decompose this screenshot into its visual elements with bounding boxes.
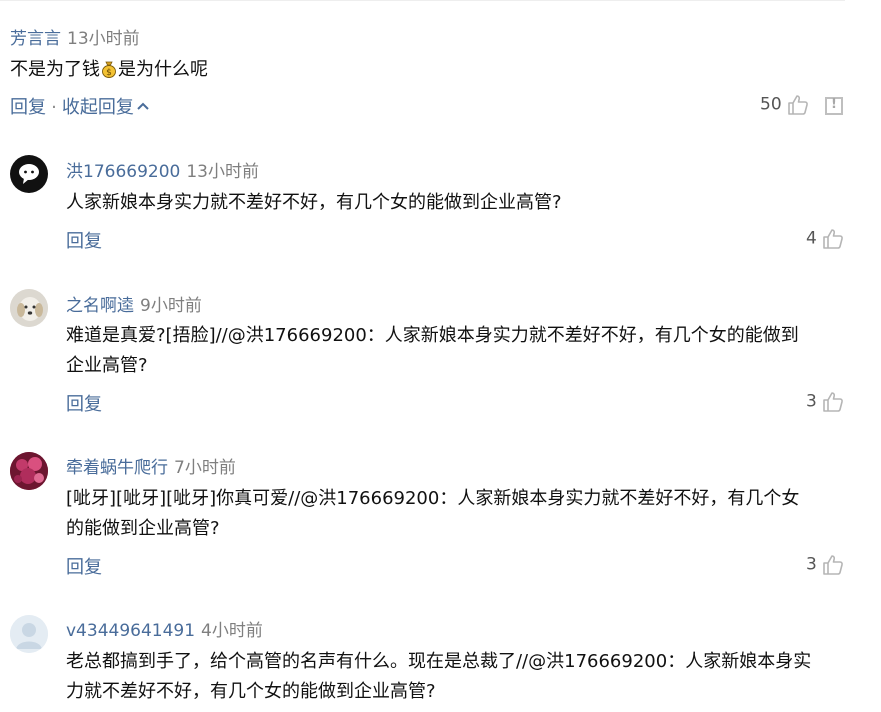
- reply-button[interactable]: 回复: [66, 557, 102, 578]
- comment-text-part: 是为什么呢: [118, 59, 208, 80]
- timestamp: 13小时前: [67, 29, 140, 49]
- comment-text: 人家新娘本身实力就不差好不好，有几个女的能做到企业高管?: [66, 192, 562, 213]
- avatar[interactable]: [10, 155, 48, 193]
- username[interactable]: v43449641491: [66, 621, 195, 641]
- like-area: 4: [806, 228, 844, 250]
- thumbs-up-icon[interactable]: [822, 391, 844, 413]
- reply-button[interactable]: 回复: [66, 231, 102, 252]
- username[interactable]: 芳言言: [10, 29, 61, 49]
- timestamp: 9小时前: [140, 296, 202, 316]
- svg-text:$: $: [106, 68, 112, 78]
- comment-text-line: [呲牙][呲牙][呲牙]你真可爱//@洪176669200：人家新娘本身实力就不…: [66, 488, 800, 509]
- avatar[interactable]: [10, 289, 48, 327]
- thumbs-up-icon[interactable]: [822, 228, 844, 250]
- avatar-image: [19, 164, 39, 184]
- comment-actions: 回复 · 收起回复: [10, 93, 150, 119]
- reply-button-wrap: 回复: [66, 553, 102, 579]
- like-area: 3: [806, 391, 844, 413]
- comment-header: 之名啊逵 9小时前: [66, 291, 202, 316]
- report-icon[interactable]: [825, 97, 843, 115]
- comment-header: v43449641491 4小时前: [66, 616, 263, 641]
- like-count: 4: [806, 228, 817, 249]
- comment-header: 芳言言 13小时前: [10, 24, 140, 49]
- avatar[interactable]: [10, 452, 48, 490]
- thumbs-up-icon[interactable]: [787, 94, 809, 116]
- timestamp: 4小时前: [201, 621, 263, 641]
- timestamp: 7小时前: [174, 458, 236, 478]
- reply-button[interactable]: 回复: [10, 97, 46, 118]
- comment-text-line: 老总都搞到手了，给个高管的名声有什么。现在是总裁了//@洪176669200：人…: [66, 651, 812, 672]
- reply-button-wrap: 回复: [66, 390, 102, 416]
- separator: ·: [51, 97, 57, 118]
- comment-header: 洪176669200 13小时前: [66, 157, 259, 182]
- avatar-image: [10, 615, 48, 653]
- like-count: 50: [760, 94, 782, 115]
- top-divider: [0, 0, 845, 1]
- username[interactable]: 牵着蜗牛爬行: [66, 458, 168, 478]
- chevron-up-icon: [137, 102, 149, 110]
- comment-text-line: 难道是真爱?[捂脸]//@洪176669200：人家新娘本身实力就不差好不好，有…: [66, 325, 799, 346]
- avatar-image: [10, 289, 48, 327]
- comment-text: 不是为了钱 $ 是为什么呢: [10, 56, 208, 83]
- avatar[interactable]: [10, 615, 48, 653]
- like-count: 3: [806, 554, 817, 575]
- thumbs-up-icon[interactable]: [822, 554, 844, 576]
- comment-text-line: 的能做到企业高管?: [66, 518, 220, 539]
- username[interactable]: 之名啊逵: [66, 296, 134, 316]
- timestamp: 13小时前: [186, 162, 259, 182]
- like-area: 50: [760, 94, 809, 116]
- like-area: 3: [806, 554, 844, 576]
- comment-header: 牵着蜗牛爬行 7小时前: [66, 453, 236, 478]
- reply-button-wrap: 回复: [66, 227, 102, 253]
- collapse-replies-label: 收起回复: [61, 97, 134, 118]
- comment-text-line: 力就不差好不好，有几个女的能做到企业高管?: [66, 681, 436, 702]
- username[interactable]: 洪176669200: [66, 162, 180, 182]
- like-count: 3: [806, 391, 817, 412]
- collapse-replies-button[interactable]: 收起回复: [62, 97, 150, 118]
- avatar-image: [10, 452, 48, 490]
- comment-text-part: 不是为了钱: [10, 59, 100, 80]
- money-bag-icon: $: [102, 61, 116, 78]
- reply-button[interactable]: 回复: [66, 394, 102, 415]
- comment-text-line: 企业高管?: [66, 355, 148, 376]
